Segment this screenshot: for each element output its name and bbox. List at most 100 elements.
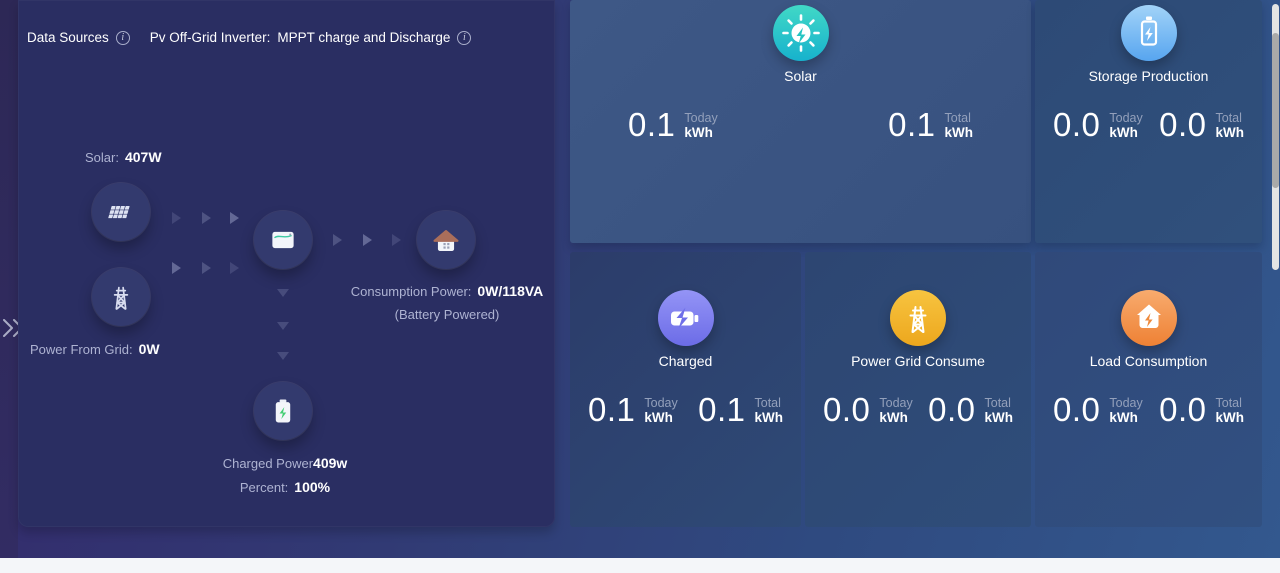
total-value: 0.0 <box>928 391 976 428</box>
data-sources-label: Data Sources <box>27 30 109 45</box>
battery-percent-value: 100% <box>294 479 331 495</box>
battery-powered-text: (Battery Powered) <box>394 307 500 322</box>
battery-bolt-icon <box>1120 5 1177 61</box>
card-title: Solar <box>784 68 817 84</box>
solar-node <box>92 183 150 241</box>
info-icon[interactable]: i <box>457 30 472 45</box>
total-value: 0.0 <box>1159 106 1207 143</box>
inverter-type-label: Pv Off-Grid Inverter: <box>149 30 271 45</box>
house-node <box>417 211 475 269</box>
grid-tower-icon <box>104 280 138 314</box>
solar-panel-icon <box>108 206 130 219</box>
total-label: Total <box>1215 110 1242 125</box>
charged-power-label: Charged Power <box>222 456 314 471</box>
charged-power-value: 409w <box>313 455 348 471</box>
unit-label: kWh <box>1109 124 1138 140</box>
today-stat: 0.1 Today kWh <box>628 108 718 141</box>
today-stat: 0.0 Today kWh <box>823 393 913 426</box>
consumption-power-value: 0W/118VA <box>477 283 544 299</box>
total-label: Total <box>984 395 1011 410</box>
total-value: 0.0 <box>1159 391 1207 428</box>
card-title: Storage Production <box>1088 68 1209 84</box>
unit-label: kWh <box>1109 409 1138 425</box>
today-value: 0.1 <box>628 106 676 143</box>
today-value: 0.0 <box>1053 391 1101 428</box>
unit-label: kWh <box>1215 409 1245 425</box>
card-title: Load Consumption <box>1089 353 1208 369</box>
unit-label: kWh <box>1215 124 1245 140</box>
flow-arrow-down-icon <box>277 289 289 297</box>
unit-label: kWh <box>644 409 673 425</box>
flow-arrow-icon <box>230 262 239 274</box>
today-label: Today <box>684 110 718 125</box>
battery-percent-readout: Percent: 100% <box>185 479 385 495</box>
total-value: 0.1 <box>888 106 936 143</box>
unit-label: kWh <box>944 124 974 140</box>
stat-card-solar: Solar 0.1 Today kWh 0.1 Total kWh <box>570 0 1031 243</box>
grid-tower-icon <box>890 290 946 346</box>
grid-power-label: Power From Grid: <box>30 342 133 357</box>
flow-arrow-icon <box>392 234 401 246</box>
inverter-icon <box>272 231 294 249</box>
consumption-power-readout: Consumption Power: 0W/118VA <box>317 283 577 299</box>
power-flow-panel: Data Sources i Pv Off-Grid Inverter: MPP… <box>18 0 555 527</box>
house-icon <box>433 230 459 252</box>
total-stat: 0.1 Total kWh <box>888 108 973 141</box>
total-stat: 0.0 Total kWh <box>928 393 1013 426</box>
stat-card-power-grid-consume: Power Grid Consume 0.0 Today kWh 0.0 Tota… <box>805 252 1031 527</box>
total-stat: 0.0 Total kWh <box>1159 108 1244 141</box>
panel-header: Data Sources i Pv Off-Grid Inverter: MPP… <box>27 30 472 45</box>
card-stats: 0.1 Today kWh 0.1 Total kWh <box>570 108 1031 141</box>
card-title: Power Grid Consume <box>851 353 985 369</box>
left-rail <box>0 0 18 558</box>
today-label: Today <box>1109 395 1143 410</box>
unit-label: kWh <box>754 409 784 425</box>
total-label: Total <box>1215 395 1242 410</box>
today-stat: 0.0 Today kWh <box>1053 108 1143 141</box>
today-stat: 0.0 Today kWh <box>1053 393 1143 426</box>
battery-icon <box>275 399 291 423</box>
unit-label: kWh <box>879 409 908 425</box>
solar-power-readout: Solar: 407W <box>85 149 162 165</box>
battery-node <box>254 382 312 440</box>
total-stat: 0.1 Total kWh <box>698 393 783 426</box>
flow-arrow-down-icon <box>277 322 289 330</box>
stat-card-storage-production: Storage Production 0.0 Today kWh 0.0 Tota… <box>1035 0 1262 243</box>
energy-dashboard: Data Sources i Pv Off-Grid Inverter: MPP… <box>0 0 1280 573</box>
flow-arrow-icon <box>202 212 211 224</box>
solar-power-label: Solar: <box>85 150 119 165</box>
today-label: Today <box>1109 110 1143 125</box>
scrollbar-thumb[interactable] <box>1272 33 1279 188</box>
today-value: 0.0 <box>823 391 871 428</box>
today-stat: 0.1 Today kWh <box>588 393 678 426</box>
card-title: Charged <box>658 353 713 369</box>
page-footer-strip <box>0 558 1280 573</box>
card-stats: 0.0 Today kWh 0.0 Total kWh <box>1035 108 1262 141</box>
house-bolt-icon <box>1120 290 1177 346</box>
consumption-power-label: Consumption Power: <box>350 284 472 299</box>
today-value: 0.1 <box>588 391 636 428</box>
today-label: Today <box>644 395 678 410</box>
total-label: Total <box>754 395 781 410</box>
total-value: 0.1 <box>698 391 746 428</box>
stat-card-charged: Charged 0.1 Today kWh 0.1 Total kWh <box>570 252 801 527</box>
flow-arrow-icon <box>230 212 239 224</box>
today-value: 0.0 <box>1053 106 1101 143</box>
flow-arrow-icon <box>363 234 372 246</box>
unit-label: kWh <box>984 409 1014 425</box>
battery-powered-note: (Battery Powered) <box>317 307 577 322</box>
card-stats: 0.0 Today kWh 0.0 Total kWh <box>805 393 1031 426</box>
unit-label: kWh <box>684 124 713 140</box>
sun-bolt-icon <box>772 5 829 61</box>
card-stats: 0.0 Today kWh 0.0 Total kWh <box>1035 393 1262 426</box>
inverter-type-value: MPPT charge and Discharge <box>277 30 451 45</box>
grid-node <box>92 268 150 326</box>
flow-arrow-icon <box>172 212 181 224</box>
grid-power-value: 0W <box>138 341 160 357</box>
battery-percent-label: Percent: <box>239 480 289 495</box>
flow-arrow-icon <box>333 234 342 246</box>
info-icon[interactable]: i <box>115 30 130 45</box>
flow-arrow-icon <box>202 262 211 274</box>
charged-power-readout: Charged Power409w <box>185 455 385 471</box>
grid-power-readout: Power From Grid: 0W <box>30 341 160 357</box>
